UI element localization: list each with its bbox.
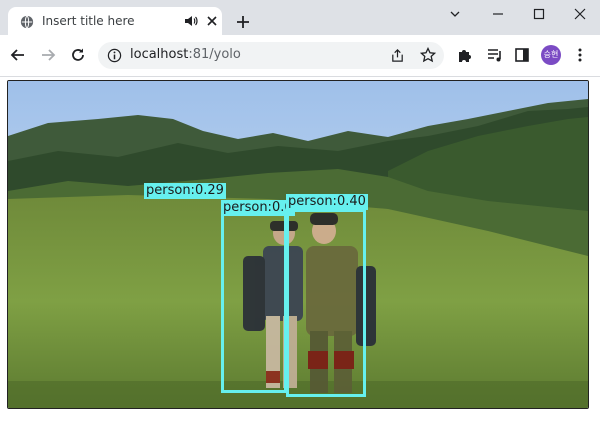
tab-title: Insert title here — [42, 14, 135, 28]
detection-label-1: person:0.29 — [144, 183, 226, 199]
reload-icon[interactable] — [70, 47, 86, 63]
tab-strip: Insert title here — [0, 0, 600, 35]
url-text[interactable]: localhost:81/yolo — [130, 47, 241, 62]
url-host: localhost — [130, 47, 189, 62]
sidepanel-icon[interactable] — [514, 47, 530, 63]
browser-toolbar: localhost:81/yolo 승현 — [0, 35, 600, 77]
url-path: :81/yolo — [188, 47, 241, 62]
close-icon[interactable] — [206, 15, 218, 27]
maximize-icon[interactable] — [532, 7, 546, 21]
share-icon[interactable] — [390, 48, 405, 63]
audio-icon[interactable] — [184, 15, 198, 27]
globe-icon — [20, 15, 34, 29]
chevron-down-icon[interactable] — [448, 7, 462, 21]
detection-label-2: person:0.6 — [221, 200, 295, 216]
detection-video[interactable]: person:0.29 person:0.6 person:0.40 — [7, 80, 589, 409]
avatar[interactable]: 승현 — [541, 45, 561, 65]
browser-tab[interactable]: Insert title here — [8, 7, 222, 35]
detection-label-3: person:0.40 — [286, 194, 368, 210]
forward-arrow-icon[interactable] — [40, 47, 56, 63]
minimize-icon[interactable] — [491, 7, 505, 21]
detection-box-3 — [286, 209, 366, 397]
window-close-icon[interactable] — [573, 7, 587, 21]
page-content: person:0.29 person:0.6 person:0.40 — [0, 77, 600, 424]
media-icon[interactable] — [487, 47, 503, 63]
info-icon[interactable] — [107, 48, 122, 63]
detection-box-1 — [221, 209, 287, 393]
plus-icon[interactable] — [236, 15, 250, 29]
back-arrow-icon[interactable] — [10, 47, 26, 63]
kebab-menu-icon[interactable] — [572, 47, 588, 63]
address-bar[interactable]: localhost:81/yolo — [98, 42, 444, 69]
puzzle-icon[interactable] — [457, 47, 473, 63]
star-icon[interactable] — [420, 47, 436, 63]
